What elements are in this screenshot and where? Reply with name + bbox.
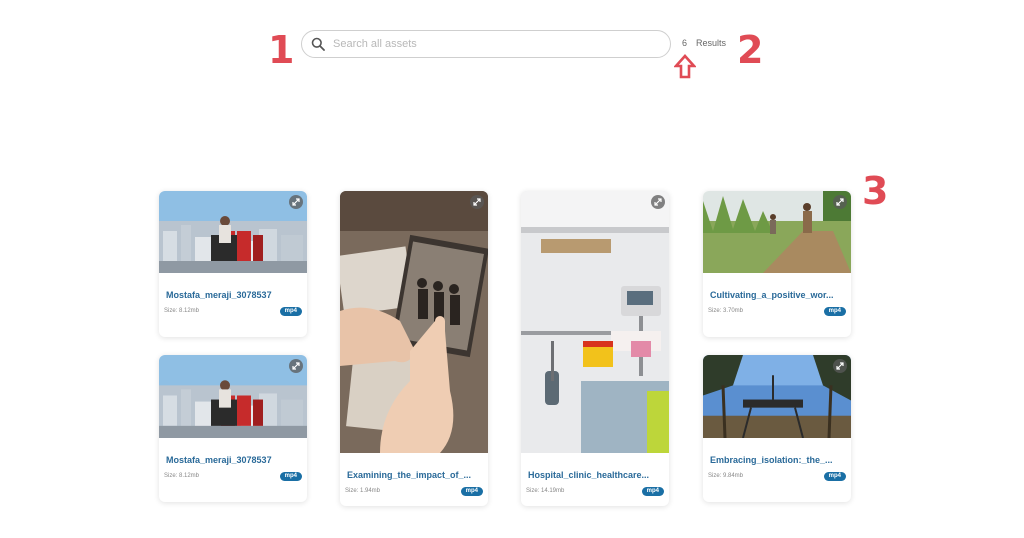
- asset-card[interactable]: Mostafa_meraji_3078537 Size: 8.12mb mp4: [159, 191, 307, 337]
- card-size: Size: 9.84mb: [708, 473, 744, 479]
- expand-icon: [292, 198, 300, 206]
- card-title[interactable]: Cultivating_a_positive_wor...: [710, 290, 846, 300]
- thumbnail-image[interactable]: [703, 191, 851, 273]
- card-title[interactable]: Mostafa_meraji_3078537: [166, 455, 302, 465]
- asset-card[interactable]: Cultivating_a_positive_wor... Size: 3.70…: [703, 191, 851, 337]
- result-label: Results: [696, 38, 727, 48]
- expand-button[interactable]: [470, 195, 484, 209]
- expand-icon: [836, 198, 844, 206]
- thumbnail-image[interactable]: [703, 355, 851, 438]
- format-badge: mp4: [823, 307, 846, 316]
- expand-icon: [836, 362, 844, 370]
- annotation-2: 2: [737, 28, 764, 72]
- format-badge: mp4: [460, 487, 483, 496]
- card-size: Size: 8.12mb: [164, 308, 200, 314]
- expand-button[interactable]: [651, 195, 665, 209]
- annotation-1: 1: [268, 28, 295, 72]
- card-size: Size: 14.19mb: [526, 488, 565, 494]
- up-arrow-icon: [674, 54, 696, 79]
- card-size: Size: 3.70mb: [708, 308, 744, 314]
- thumbnail-image[interactable]: [159, 355, 307, 438]
- search-input[interactable]: [333, 38, 633, 50]
- expand-icon: [292, 362, 300, 370]
- format-badge: mp4: [823, 472, 846, 481]
- expand-button[interactable]: [289, 359, 303, 373]
- format-badge: mp4: [279, 307, 302, 316]
- thumbnail-image[interactable]: [159, 191, 307, 273]
- asset-card[interactable]: Examining_the_impact_of_... Size: 1.94mb…: [340, 191, 488, 506]
- result-count: 6: [682, 38, 688, 48]
- expand-button[interactable]: [289, 195, 303, 209]
- expand-button[interactable]: [833, 359, 847, 373]
- thumbnail-image[interactable]: [521, 191, 669, 453]
- card-size: Size: 8.12mb: [164, 473, 200, 479]
- card-title[interactable]: Examining_the_impact_of_...: [347, 470, 483, 480]
- expand-icon: [473, 198, 481, 206]
- card-title[interactable]: Mostafa_meraji_3078537: [166, 290, 302, 300]
- search-icon: [311, 37, 325, 51]
- card-title[interactable]: Hospital_clinic_healthcare...: [528, 470, 664, 480]
- card-title[interactable]: Embracing_isolation:_the_...: [710, 455, 846, 465]
- asset-card[interactable]: Embracing_isolation:_the_... Size: 9.84m…: [703, 355, 851, 502]
- expand-button[interactable]: [833, 195, 847, 209]
- annotation-3: 3: [862, 169, 889, 213]
- asset-card[interactable]: Hospital_clinic_healthcare... Size: 14.1…: [521, 191, 669, 506]
- search-bar[interactable]: [301, 30, 671, 58]
- format-badge: mp4: [641, 487, 664, 496]
- format-badge: mp4: [279, 472, 302, 481]
- thumbnail-image[interactable]: [340, 191, 488, 453]
- card-size: Size: 1.94mb: [345, 488, 381, 494]
- asset-card[interactable]: Mostafa_meraji_3078537 Size: 8.12mb mp4: [159, 355, 307, 502]
- expand-icon: [654, 198, 662, 206]
